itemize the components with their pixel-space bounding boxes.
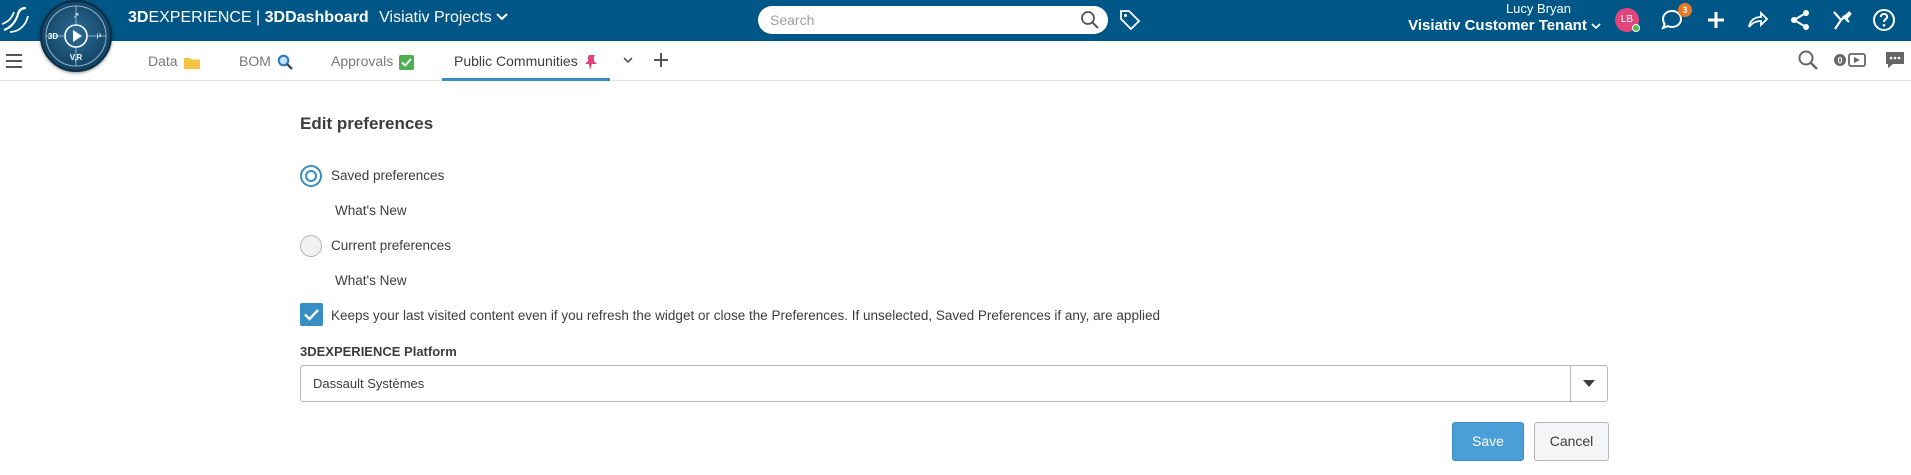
chevron-down-icon: [1591, 23, 1601, 30]
pin-icon: [584, 54, 597, 70]
search-input[interactable]: [770, 11, 1070, 29]
avatar[interactable]: LB: [1615, 8, 1640, 32]
platform-select-value: Dassault Systèmes: [313, 376, 425, 391]
svg-text:0: 0: [1837, 56, 1842, 66]
platform-select-toggle[interactable]: [1570, 366, 1607, 401]
help-icon[interactable]: [1872, 8, 1896, 32]
search-in-dashboard-icon[interactable]: [1797, 49, 1819, 71]
share-arrow-icon[interactable]: [1746, 8, 1770, 32]
save-button[interactable]: Save: [1452, 422, 1524, 461]
compass-widget[interactable]: ↗ 3D i³ V,R: [40, 0, 112, 72]
platform-select[interactable]: Dassault Systèmes: [300, 365, 1608, 402]
svg-text:i³: i³: [97, 32, 102, 41]
user-info[interactable]: Lucy Bryan Visiativ Customer Tenant: [1408, 1, 1601, 35]
dassault-logo-icon[interactable]: [0, 4, 34, 36]
svg-text:↗: ↗: [73, 11, 80, 20]
current-preferences-radio[interactable]: [300, 235, 322, 257]
search-box: [758, 6, 1108, 34]
compass-apps-icon[interactable]: [1830, 8, 1854, 32]
menu-icon[interactable]: [4, 50, 26, 72]
project-selector[interactable]: Visiativ Projects: [379, 9, 508, 26]
widget-toggle-icon[interactable]: 0: [1833, 49, 1867, 71]
search-icon[interactable]: [1080, 10, 1100, 30]
saved-preferences-item: What's New: [335, 203, 407, 218]
svg-text:V,R: V,R: [70, 53, 83, 62]
svg-text:3D: 3D: [48, 32, 58, 41]
tab-bom[interactable]: BOM: [239, 41, 293, 81]
platform-field-label: 3DEXPERIENCE Platform: [300, 344, 457, 359]
magnifier-icon: [277, 54, 293, 71]
compass-icon: ↗ 3D i³ V,R: [45, 5, 107, 67]
tab-public-communities[interactable]: Public Communities: [442, 41, 610, 81]
tab-approvals[interactable]: Approvals: [331, 41, 415, 81]
keep-content-label[interactable]: Keeps your last visited content even if …: [331, 308, 1160, 323]
cancel-button[interactable]: Cancel: [1534, 422, 1609, 461]
current-preferences-label[interactable]: Current preferences: [331, 238, 451, 253]
tab-data[interactable]: Data: [148, 41, 200, 81]
saved-preferences-label[interactable]: Saved preferences: [331, 168, 444, 183]
folder-icon: [183, 57, 200, 69]
tenant-selector[interactable]: Visiativ Customer Tenant: [1408, 17, 1601, 35]
checkmark-icon: [304, 309, 319, 321]
caret-down-icon: [1583, 380, 1595, 387]
add-tab-icon[interactable]: [652, 51, 670, 69]
plus-icon[interactable]: [1704, 8, 1728, 32]
top-bar: 3DEXPERIENCE | 3DDashboard Visiativ Proj…: [0, 0, 1911, 41]
page-title: Edit preferences: [300, 114, 434, 133]
keep-content-checkbox[interactable]: [300, 303, 323, 326]
app-brand[interactable]: 3DEXPERIENCE | 3DDashboard Visiativ Proj…: [128, 9, 508, 27]
chevron-down-icon[interactable]: [622, 55, 634, 65]
online-status-dot: [1632, 24, 1640, 32]
network-share-icon[interactable]: [1788, 8, 1812, 32]
current-preferences-item: What's New: [335, 273, 407, 288]
saved-preferences-radio[interactable]: [300, 165, 322, 187]
checkmark-icon: [399, 54, 415, 70]
notification-badge: 3: [1678, 3, 1692, 17]
chevron-down-icon: [496, 13, 508, 21]
user-name: Lucy Bryan: [1505, 1, 1571, 16]
tag-icon[interactable]: [1118, 8, 1142, 32]
comments-icon[interactable]: [1884, 49, 1906, 71]
tab-bar: Data BOM Approvals Public Communities 0: [0, 41, 1911, 81]
